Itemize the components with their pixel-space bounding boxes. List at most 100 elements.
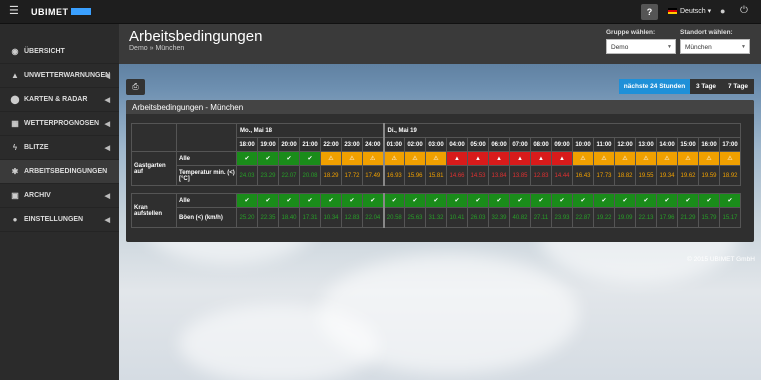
value-cell: 19.55 [635, 165, 657, 186]
status-cell: ⚠ [719, 151, 741, 166]
status-cell: ✔ [278, 193, 300, 208]
value-cell: 18.92 [719, 165, 741, 186]
hour-header: 08:00 [530, 137, 552, 152]
check-icon: ✔ [622, 198, 628, 204]
sidebar-item-einstellungen[interactable]: ● EINSTELLUNGEN ◀ [0, 208, 119, 232]
value-cell: 23.93 [551, 207, 573, 228]
map-marker-icon: ⬤ [10, 95, 20, 104]
status-cell: ✔ [635, 193, 657, 208]
menu-icon[interactable]: ☰ [9, 6, 19, 17]
check-icon: ✔ [286, 156, 292, 162]
hour-header: 23:00 [341, 137, 363, 152]
sidebar-item-wetterprognosen[interactable]: ▦ WETTERPROGNOSEN ◀ [0, 112, 119, 136]
hour-header: 19:00 [257, 137, 279, 152]
users-icon: ● [12, 215, 18, 224]
status-cell: ✔ [278, 151, 300, 166]
hour-header: 18:00 [236, 137, 258, 152]
status-cell: ✔ [257, 193, 279, 208]
status-cell: ✔ [236, 193, 258, 208]
status-cell: ✔ [593, 193, 615, 208]
dashboard-icon: ◉ [11, 47, 19, 56]
check-icon: ✔ [433, 198, 439, 204]
sidebar-item-übersicht[interactable]: ◉ ÜBERSICHT [0, 40, 119, 64]
page-title: Arbeitsbedingungen [129, 28, 263, 45]
page-header: Arbeitsbedingungen Demo » München Gruppe… [119, 24, 761, 64]
status-cell: ✔ [698, 193, 720, 208]
check-icon: ✔ [328, 198, 334, 204]
sidebar-item-label: KARTEN & RADAR [24, 96, 88, 103]
check-icon: ✔ [538, 198, 544, 204]
check-icon: ✔ [643, 198, 649, 204]
status-cell: ⚠ [635, 151, 657, 166]
hour-header: 22:00 [320, 137, 342, 152]
parameter-label: Temperatur min. (<) [°C] [176, 165, 237, 186]
value-cell: 13.85 [509, 165, 531, 186]
check-icon: ✔ [412, 198, 418, 204]
range-3days-button[interactable]: 3 Tage [690, 79, 722, 94]
value-cell: 22.07 [278, 165, 300, 186]
sidebar-item-karten-radar[interactable]: ⬤ KARTEN & RADAR ◀ [0, 88, 119, 112]
value-cell: 15.96 [404, 165, 426, 186]
value-cell: 15.79 [698, 207, 720, 228]
copyright: © 2015 UBIMET GmbH [687, 256, 755, 263]
panel-title: Arbeitsbedingungen - München [126, 100, 754, 114]
parameter-label: Böen (<) (km/h) [176, 207, 237, 228]
print-button[interactable]: ⎙ [126, 79, 145, 95]
hour-header: 07:00 [509, 137, 531, 152]
value-cell: 25.63 [404, 207, 426, 228]
range-24h-button[interactable]: nächste 24 Stunden [619, 79, 690, 94]
user-icon[interactable]: ● [720, 6, 725, 16]
sidebar: ◉ ÜBERSICHT ▲ UNWETTERWARNUNGEN ◀ ⬤ KARTEN & R… [0, 24, 119, 380]
value-cell: 16.93 [382, 165, 405, 186]
sidebar-item-unwetterwarnungen[interactable]: ▲ UNWETTERWARNUNGEN ◀ [0, 64, 119, 88]
value-cell: 13.84 [488, 165, 510, 186]
sidebar-item-blitze[interactable]: ϟ BLITZE ◀ [0, 136, 119, 160]
logo: UBIMET [31, 7, 91, 17]
status-cell: ▲ [551, 151, 573, 166]
check-icon: ✔ [286, 198, 292, 204]
value-cell: 10.41 [446, 207, 468, 228]
location-label: Standort wählen: [680, 29, 733, 36]
value-cell: 23.29 [257, 165, 279, 186]
status-cell: ▲ [467, 151, 489, 166]
sidebar-item-arbeitsbedingungen[interactable]: ✱ ARBEITSBEDINGUNGEN [0, 160, 119, 184]
help-button[interactable]: ? [641, 4, 658, 20]
caution-icon: ⚠ [685, 156, 691, 162]
group-label: Gruppe wählen: [606, 29, 656, 36]
value-cell: 24.03 [236, 165, 258, 186]
value-cell: 18.29 [320, 165, 342, 186]
caution-icon: ⚠ [391, 156, 397, 162]
status-cell: ▲ [530, 151, 552, 166]
value-cell: 40.82 [509, 207, 531, 228]
value-cell: 32.39 [488, 207, 510, 228]
hour-header: 09:00 [551, 137, 573, 152]
hour-header: 20:00 [278, 137, 300, 152]
check-icon: ✔ [685, 198, 691, 204]
value-cell: 22.04 [362, 207, 384, 228]
range-7days-button[interactable]: 7 Tage [722, 79, 754, 94]
sidebar-item-archiv[interactable]: ▣ ARCHIV ◀ [0, 184, 119, 208]
value-cell: 17.96 [656, 207, 678, 228]
status-cell: ✔ [509, 193, 531, 208]
caution-icon: ⚠ [643, 156, 649, 162]
status-cell: ⚠ [425, 151, 447, 166]
language-selector[interactable]: Deutsch ▾ [668, 7, 711, 15]
group-select[interactable]: Demo ▼ [606, 39, 676, 54]
hour-header: 10:00 [572, 137, 594, 152]
check-icon: ✔ [391, 198, 397, 204]
status-cell: ⚠ [677, 151, 699, 166]
value-cell: 14.44 [551, 165, 573, 186]
power-icon[interactable]: ⏻ [740, 5, 748, 16]
value-cell: 19.59 [698, 165, 720, 186]
chevron-left-icon: ◀ [104, 193, 110, 200]
caution-icon: ⚠ [601, 156, 607, 162]
check-icon: ✔ [559, 198, 565, 204]
day-header: Di., Mai 19 [382, 123, 741, 138]
value-cell: 15.17 [719, 207, 741, 228]
status-cell: ✔ [656, 193, 678, 208]
caution-icon: ⚠ [433, 156, 439, 162]
status-cell: ▲ [446, 151, 468, 166]
check-icon: ✔ [265, 198, 271, 204]
location-select[interactable]: München ▼ [680, 39, 750, 54]
value-cell: 22.13 [635, 207, 657, 228]
